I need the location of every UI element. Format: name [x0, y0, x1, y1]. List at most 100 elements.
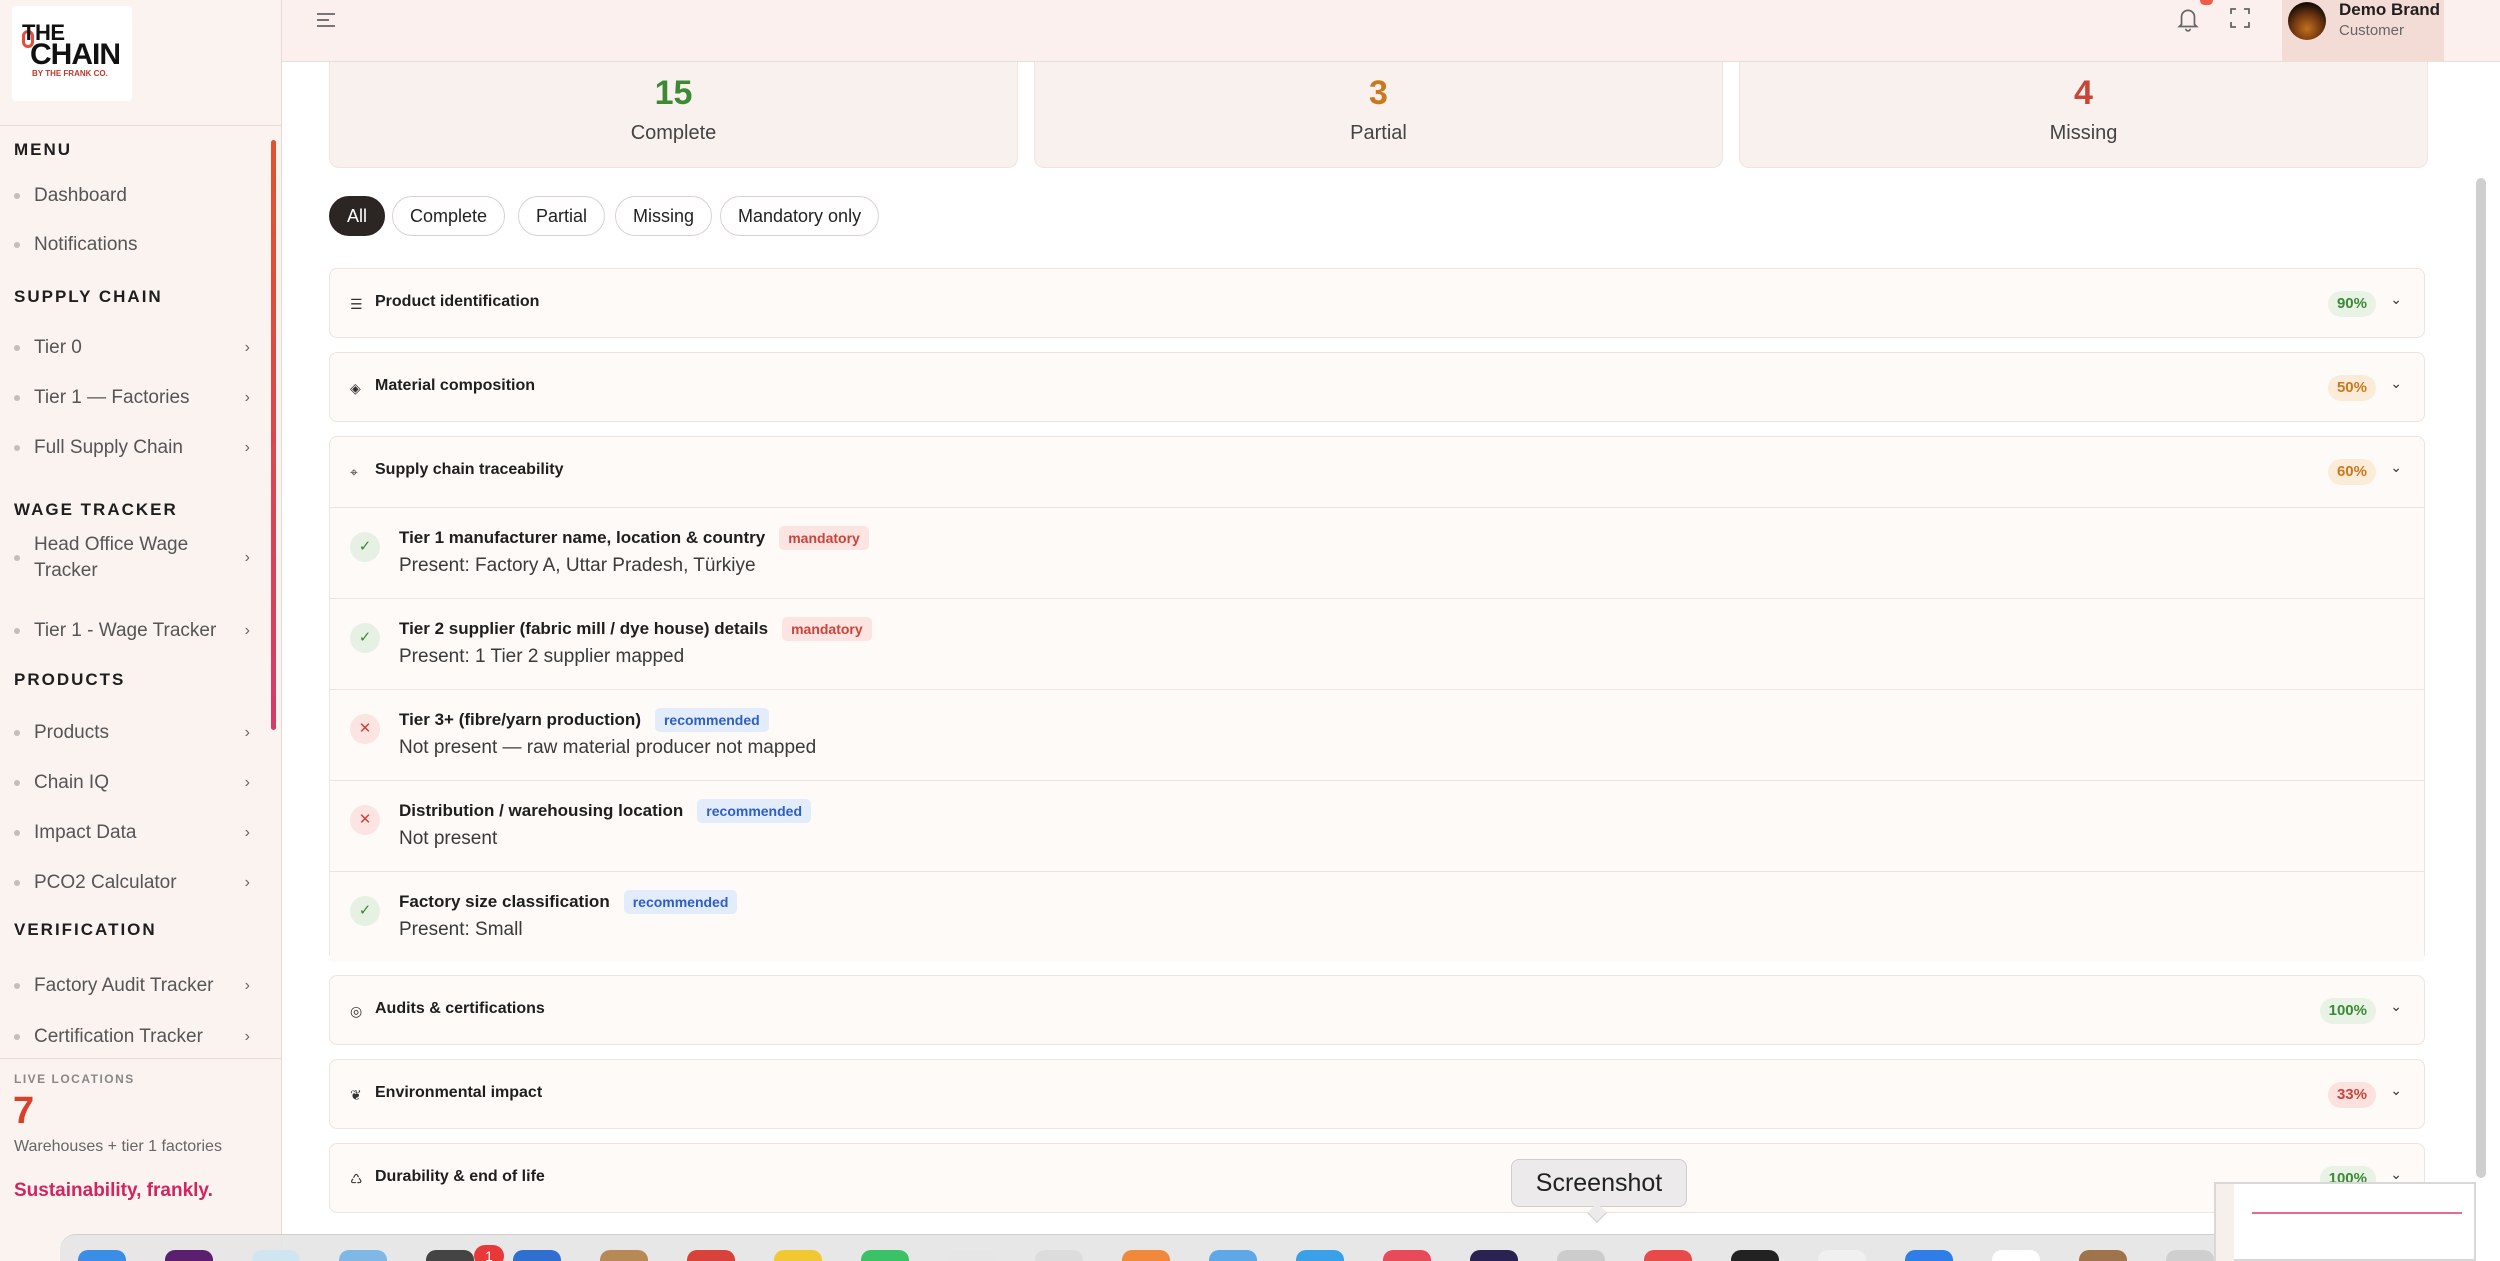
section-header[interactable]: ♺ Durability & end of life 100% ⌄: [330, 1144, 2424, 1214]
sidebar-item[interactable]: Tier 1 — Factories ›: [14, 378, 250, 418]
dock-app-icon[interactable]: [339, 1250, 387, 1261]
dock-app-icon[interactable]: [861, 1250, 909, 1261]
completion-badge: 100%: [2319, 998, 2376, 1024]
dock-app-icon[interactable]: [165, 1250, 213, 1261]
filter-all[interactable]: All: [329, 196, 386, 236]
item-description: Present: 1 Tier 2 supplier mapped: [399, 646, 685, 667]
dock-app-icon[interactable]: [1644, 1250, 1692, 1261]
bullet-icon: [14, 780, 20, 786]
filter-mandatory-only[interactable]: Mandatory only: [720, 196, 880, 236]
completion-badge: 90%: [2327, 291, 2376, 317]
sidebar-item[interactable]: Certification Tracker ›: [14, 1017, 250, 1057]
sidebar-item-label: Notifications: [34, 234, 138, 255]
dock-app-icon[interactable]: [1296, 1250, 1344, 1261]
expand-icon[interactable]: [2228, 6, 2252, 30]
section-title: Supply chain traceability: [375, 461, 564, 478]
dock-app-icon[interactable]: [1905, 1250, 1953, 1261]
dock-app-icon[interactable]: [600, 1250, 648, 1261]
dock-app-icon[interactable]: [252, 1250, 300, 1261]
chevron-right-icon: ›: [244, 874, 250, 891]
item-description: Not present — raw material producer not …: [399, 737, 817, 758]
section-header[interactable]: ⌖ Supply chain traceability 60% ⌄: [330, 437, 2424, 507]
sidebar-item[interactable]: Tier 0 ›: [14, 328, 250, 368]
sidebar-item-label: Chain IQ: [34, 772, 109, 793]
sidebar-item[interactable]: Full Supply Chain ›: [14, 428, 250, 468]
sidebar-item[interactable]: Notifications: [14, 225, 250, 265]
main-scrollbar[interactable]: [2476, 178, 2486, 1178]
checklist-item: ✓ Factory size classification recommended P…: [330, 871, 2424, 962]
dock-app-icon[interactable]: [1209, 1250, 1257, 1261]
dock-app-icon[interactable]: [1035, 1250, 1083, 1261]
item-title: Factory size classification recommended: [399, 890, 738, 914]
thumbnail-accent: [2252, 1212, 2462, 1214]
section-header[interactable]: ◎ Audits & certifications 100% ⌄: [330, 976, 2424, 1046]
live-locations-desc: Warehouses + tier 1 factories: [14, 1138, 222, 1155]
screenshot-thumbnail[interactable]: [2214, 1182, 2476, 1261]
dock-app-icon[interactable]: [78, 1250, 126, 1261]
section-header[interactable]: ❦ Environmental impact 33% ⌄: [330, 1060, 2424, 1130]
sidebar-item[interactable]: Chain IQ ›: [14, 763, 250, 803]
dock-app-icon[interactable]: [948, 1250, 996, 1261]
topbar: [282, 0, 2500, 62]
section-header[interactable]: ◈ Material composition 50% ⌄: [330, 353, 2424, 423]
chevron-right-icon: ›: [244, 977, 250, 994]
dock-app-icon[interactable]: [1470, 1250, 1518, 1261]
dock-app-icon[interactable]: [2166, 1250, 2214, 1261]
completion-badge: 50%: [2327, 375, 2376, 401]
sidebar-section-title: MENU: [14, 140, 73, 159]
dock-app-icon[interactable]: [1992, 1250, 2040, 1261]
brand-tagline: Sustainability, frankly.: [14, 1180, 213, 1201]
chevron-down-icon[interactable]: ⌄: [2390, 998, 2402, 1015]
item-title: Tier 2 supplier (fabric mill / dye house…: [399, 617, 872, 641]
dock-app-icon[interactable]: [1122, 1250, 1170, 1261]
item-title-text: Tier 3+ (fibre/yarn production): [399, 710, 641, 729]
chevron-down-icon[interactable]: ⌄: [2390, 1166, 2402, 1183]
dock-badge: 1: [474, 1245, 504, 1261]
check-icon: ✓: [350, 623, 380, 653]
checklist-item: ✕ Tier 3+ (fibre/yarn production) recommen…: [330, 689, 2424, 780]
sidebar-scrollbar[interactable]: [271, 140, 276, 730]
sidebar-item-label: PCO2 Calculator: [34, 872, 177, 893]
item-description: Present: Factory A, Uttar Pradesh, Türki…: [399, 555, 756, 576]
dock-app-icon[interactable]: [687, 1250, 735, 1261]
menu-icon[interactable]: [314, 8, 338, 32]
dock-app-icon[interactable]: [774, 1250, 822, 1261]
sidebar-section-title: VERIFICATION: [14, 920, 157, 939]
chevron-down-icon[interactable]: ⌄: [2390, 459, 2402, 476]
chevron-down-icon[interactable]: ⌄: [2390, 1082, 2402, 1099]
sidebar-item[interactable]: Head Office Wage Tracker ›: [14, 530, 250, 586]
sidebar-item[interactable]: Tier 1 - Wage Tracker ›: [14, 611, 250, 651]
sidebar-item[interactable]: Factory Audit Tracker ›: [14, 966, 250, 1006]
filter-missing[interactable]: Missing: [615, 196, 713, 236]
sidebar-item[interactable]: Products ›: [14, 713, 250, 753]
dock-app-icon[interactable]: [1818, 1250, 1866, 1261]
item-title-text: Tier 1 manufacturer name, location & cou…: [399, 528, 766, 547]
chevron-right-icon: ›: [244, 549, 250, 566]
section-icon: ⌖: [350, 464, 358, 480]
requirement-badge: mandatory: [779, 526, 869, 550]
sidebar-item[interactable]: Dashboard: [14, 176, 250, 216]
chevron-down-icon[interactable]: ⌄: [2390, 291, 2402, 308]
sidebar-item[interactable]: PCO2 Calculator ›: [14, 863, 250, 903]
sidebar-item-label: Certification Tracker: [34, 1026, 203, 1047]
bullet-icon: [14, 1034, 20, 1040]
sidebar-item-label: Tier 0: [34, 337, 82, 358]
sidebar-item-label: Products: [34, 722, 109, 743]
dock-app-icon[interactable]: [1383, 1250, 1431, 1261]
cross-icon: ✕: [350, 714, 380, 744]
requirement-badge: recommended: [623, 890, 738, 914]
filter-complete[interactable]: Complete: [392, 196, 506, 236]
sidebar-item[interactable]: Impact Data ›: [14, 813, 250, 853]
dock-app-icon[interactable]: [513, 1250, 561, 1261]
chevron-down-icon[interactable]: ⌄: [2390, 375, 2402, 392]
dock-app-icon[interactable]: [426, 1250, 474, 1261]
dock-app-icon[interactable]: [1557, 1250, 1605, 1261]
filter-partial[interactable]: Partial: [518, 196, 606, 236]
bell-icon[interactable]: [2175, 5, 2201, 33]
checklist-item: ✕ Distribution / warehousing location reco…: [330, 780, 2424, 871]
dock-app-icon[interactable]: [2079, 1250, 2127, 1261]
dock-app-icon[interactable]: [1731, 1250, 1779, 1261]
section-header[interactable]: ☰ Product identification 90% ⌄: [330, 269, 2424, 339]
avatar[interactable]: [2288, 2, 2326, 40]
chevron-right-icon: ›: [244, 439, 250, 456]
